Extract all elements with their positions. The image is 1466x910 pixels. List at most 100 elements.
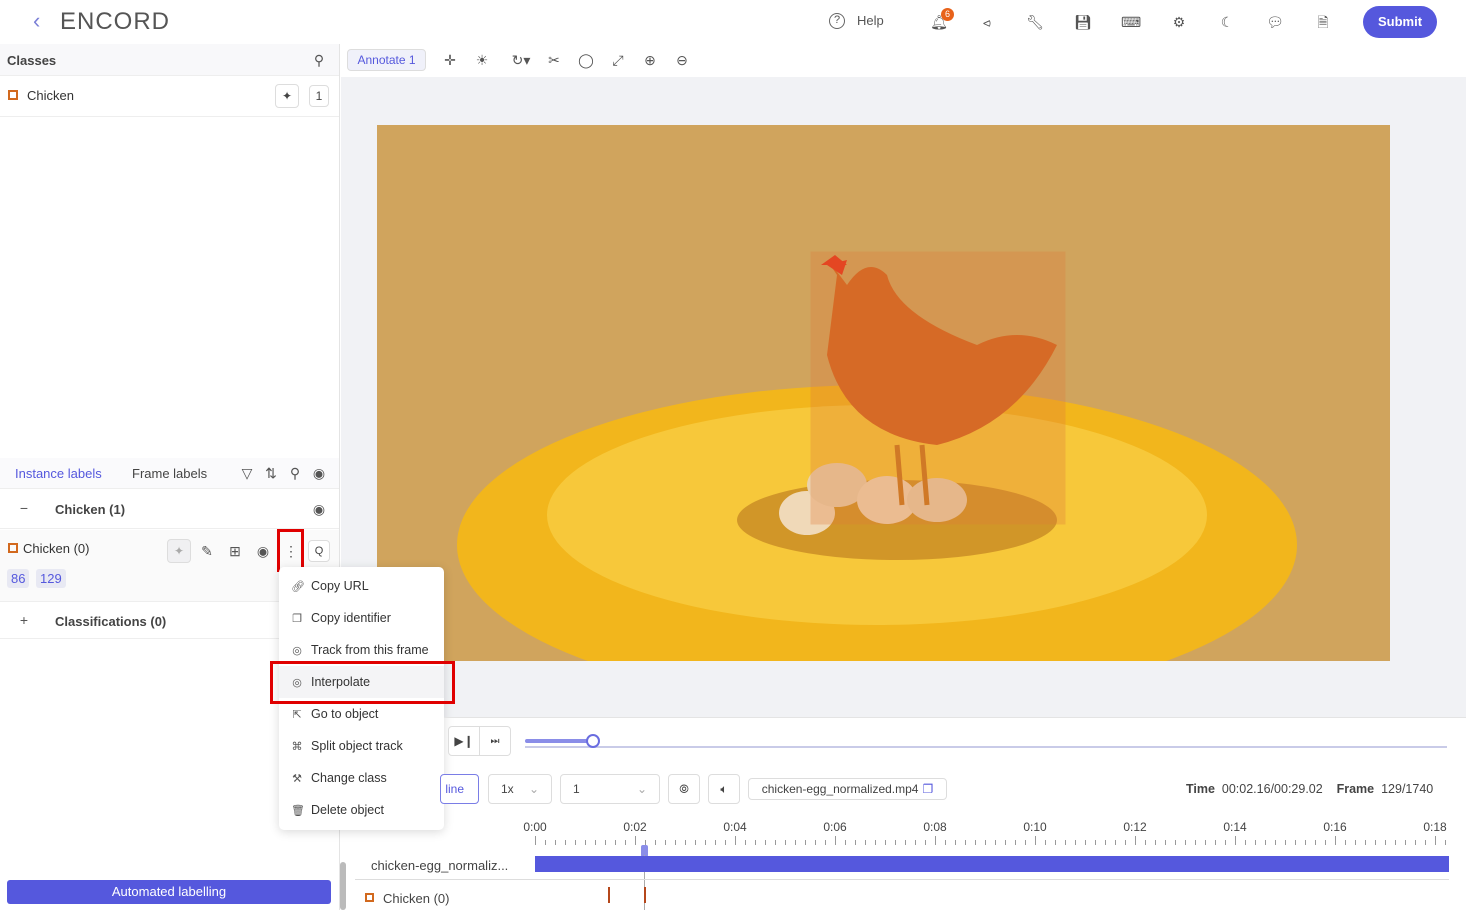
tick-mark: [835, 836, 836, 845]
search-icon[interactable]: ⚲: [309, 50, 329, 70]
expand-icon[interactable]: +: [14, 610, 34, 630]
tick-mark: [975, 840, 976, 845]
comment-icon[interactable]: ◯: [576, 50, 596, 70]
frame-label: Frame: [1336, 782, 1375, 796]
compass-button[interactable]: ⦾: [668, 774, 700, 804]
tick-label: 0:10: [1023, 820, 1047, 834]
gear-icon[interactable]: ⚙: [1169, 12, 1189, 32]
tick-mark: [825, 840, 826, 845]
tab-frame-labels[interactable]: Frame labels: [132, 466, 207, 481]
tick-mark: [1315, 840, 1316, 845]
add-box-icon[interactable]: ⊞: [225, 541, 245, 561]
frame-badge[interactable]: 129: [36, 569, 66, 588]
player-panel-border: [444, 717, 1466, 718]
menu-split-track[interactable]: ⌘ Split object track: [279, 730, 444, 762]
tick-mark: [1345, 840, 1346, 845]
save-icon[interactable]: 💾︎: [1073, 12, 1093, 32]
skip-end-button[interactable]: ⏭: [479, 726, 511, 756]
automated-labelling-button[interactable]: Automated labelling: [7, 880, 331, 904]
menu-label: Delete object: [311, 803, 384, 817]
fit-screen-icon[interactable]: ⤢: [608, 50, 628, 70]
brush-icon[interactable]: ✎: [197, 541, 217, 561]
tick-label: 0:18: [1423, 820, 1447, 834]
progress-fill: [525, 739, 594, 743]
eye-icon[interactable]: ◉: [309, 463, 329, 483]
question-icon[interactable]: ?: [829, 13, 845, 29]
filter-icon[interactable]: ▽: [237, 463, 257, 483]
keyboard-icon[interactable]: ⌨: [1121, 12, 1141, 32]
tick-mark: [895, 840, 896, 845]
move-icon[interactable]: ✛: [440, 50, 460, 70]
tick-mark: [545, 840, 546, 845]
share-icon[interactable]: ⪦: [977, 12, 997, 32]
tick-mark: [1075, 840, 1076, 845]
chat-icon[interactable]: 💬︎: [1265, 12, 1285, 32]
keyframe-marker[interactable]: [644, 887, 646, 903]
magic-wand-button[interactable]: ✦: [275, 84, 299, 108]
search-labels-icon[interactable]: ⚲: [285, 463, 305, 483]
collapse-icon[interactable]: −: [14, 498, 34, 518]
tick-mark: [855, 840, 856, 845]
scissors-icon[interactable]: ✂: [544, 50, 564, 70]
tick-mark: [765, 840, 766, 845]
zoom-out-icon[interactable]: ⊖: [672, 50, 692, 70]
tab-instance-labels[interactable]: Instance labels: [15, 466, 102, 481]
frame-badge[interactable]: 86: [7, 569, 30, 588]
progress-track[interactable]: [525, 746, 1447, 748]
zoom-in-icon[interactable]: ⊕: [640, 50, 660, 70]
rotate-dropdown-icon[interactable]: ↻▾: [507, 50, 535, 70]
tick-mark: [1285, 840, 1286, 845]
tick-mark: [1025, 840, 1026, 845]
tick-mark: [755, 840, 756, 845]
filename-chip[interactable]: chicken-egg_normalized.mp4 ❐: [748, 778, 947, 800]
chevron-down-icon: ⌄: [636, 782, 647, 796]
red-highlight-interpolate: [270, 661, 455, 704]
video-track-label: chicken-egg_normaliz...: [371, 858, 509, 873]
annotate-mode-button[interactable]: Annotate 1: [347, 49, 426, 71]
tick-mark: [1395, 840, 1396, 845]
speaker-button[interactable]: 🔈︎: [708, 774, 740, 804]
menu-copy-url[interactable]: 🔗︎ Copy URL: [279, 570, 444, 602]
tick-mark: [635, 836, 636, 845]
speed-select[interactable]: 1x ⌄: [488, 774, 552, 804]
tick-mark: [615, 840, 616, 845]
magic-wand-button[interactable]: ✦: [167, 539, 191, 563]
document-icon[interactable]: 🗎︎: [1313, 12, 1333, 32]
step-select[interactable]: 1 ⌄: [560, 774, 660, 804]
menu-label: Split object track: [311, 739, 403, 753]
tick-mark: [535, 836, 536, 845]
copy-icon[interactable]: ❐: [922, 782, 933, 796]
next-frame-button[interactable]: ▶❙: [448, 726, 480, 756]
menu-change-class[interactable]: ⚒ Change class: [279, 762, 444, 794]
tick-mark: [1335, 836, 1336, 845]
moon-icon[interactable]: ☾: [1217, 12, 1237, 32]
keyframe-marker[interactable]: [608, 887, 610, 903]
help-link[interactable]: Help: [857, 13, 884, 28]
video-track-bar[interactable]: [535, 856, 1449, 872]
tick-label: 0:14: [1223, 820, 1247, 834]
video-frame[interactable]: [377, 125, 1390, 661]
back-chevron-icon[interactable]: ‹: [33, 8, 40, 34]
link-icon: 🔗︎: [291, 580, 305, 593]
scrollbar[interactable]: [340, 862, 346, 910]
tick-mark: [1325, 840, 1326, 845]
tick-mark: [715, 840, 716, 845]
tick-mark: [1425, 840, 1426, 845]
submit-button[interactable]: Submit: [1363, 6, 1437, 38]
tick-mark: [1065, 840, 1066, 845]
tick-mark: [1295, 840, 1296, 845]
menu-delete-object[interactable]: 🗑︎ Delete object: [279, 794, 444, 826]
tick-mark: [785, 840, 786, 845]
tick-mark: [1355, 840, 1356, 845]
group-eye-icon[interactable]: ◉: [309, 499, 329, 519]
tick-mark: [915, 840, 916, 845]
instance-eye-icon[interactable]: ◉: [253, 541, 273, 561]
brightness-icon[interactable]: ☀: [472, 50, 492, 70]
menu-copy-identifier[interactable]: ❐ Copy identifier: [279, 602, 444, 634]
tick-mark: [555, 840, 556, 845]
red-highlight-more: [277, 529, 304, 572]
tick-mark: [1255, 840, 1256, 845]
sort-icon[interactable]: ⇅: [261, 463, 281, 483]
timeline-mode-button[interactable]: line: [440, 774, 479, 804]
wrench-icon[interactable]: 🔧︎: [1025, 12, 1045, 32]
